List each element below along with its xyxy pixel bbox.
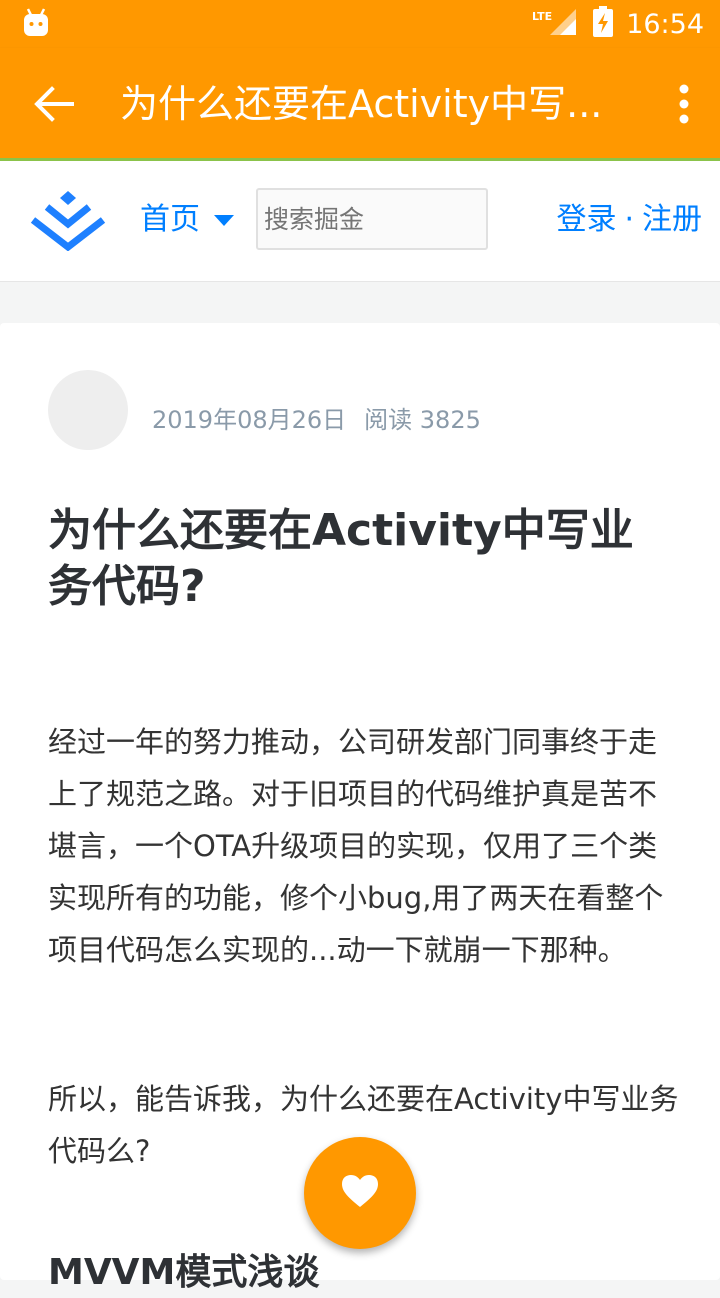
page-title: 为什么还要在Activity中写... bbox=[120, 82, 603, 126]
heart-icon bbox=[341, 1174, 379, 1212]
android-icon bbox=[22, 8, 50, 42]
clock: 16:54 bbox=[626, 8, 704, 40]
article-meta: 2019年08月26日 阅读 3825 bbox=[152, 403, 481, 437]
avatar[interactable] bbox=[48, 370, 128, 450]
signal-icon bbox=[548, 7, 578, 41]
status-bar: LTE 16:54 bbox=[0, 0, 720, 48]
battery-charging-icon bbox=[592, 6, 614, 42]
register-link[interactable]: 注册 bbox=[642, 202, 702, 237]
caret-down-icon bbox=[214, 214, 234, 226]
section-heading: MVVM模式浅谈 bbox=[48, 1252, 320, 1293]
publish-date: 2019年08月26日 bbox=[152, 406, 347, 434]
login-link[interactable]: 登录 bbox=[556, 202, 616, 237]
more-vert-icon[interactable] bbox=[678, 84, 690, 124]
separator: · bbox=[624, 202, 634, 237]
article-paragraph: 经过一年的努力推动，公司研发部门同事终于走上了规范之路。对于旧项目的代码维护真是… bbox=[48, 725, 664, 967]
article-title: 为什么还要在Activity中写业务代码? bbox=[48, 505, 634, 612]
juejin-logo-icon[interactable] bbox=[30, 189, 106, 252]
read-count: 阅读 3825 bbox=[364, 406, 481, 434]
nav-home-dropdown[interactable]: 首页 bbox=[140, 199, 234, 241]
back-arrow-icon[interactable] bbox=[32, 82, 76, 126]
like-button[interactable] bbox=[304, 1137, 416, 1249]
network-type: LTE bbox=[531, 9, 553, 23]
search-input[interactable] bbox=[256, 188, 488, 250]
site-header: 首页 登录·注册 bbox=[0, 161, 720, 282]
app-bar: 为什么还要在Activity中写... bbox=[0, 48, 720, 160]
nav-home-label: 首页 bbox=[140, 202, 200, 237]
auth-links: 登录 · 注册 bbox=[556, 199, 702, 241]
